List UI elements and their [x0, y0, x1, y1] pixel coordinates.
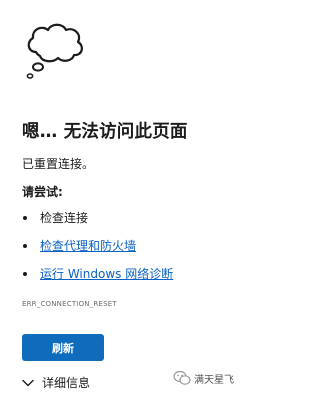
watermark: 满天星飞 — [173, 370, 234, 386]
bullet-icon — [23, 216, 27, 220]
check-proxy-firewall-link[interactable]: 检查代理和防火墙 — [40, 239, 136, 253]
suggestion-item: 运行 Windows 网络诊断 — [22, 265, 173, 293]
thought-cloud-icon — [26, 23, 84, 79]
details-toggle[interactable]: 详细信息 — [22, 374, 90, 391]
bullet-icon — [23, 272, 27, 276]
details-label: 详细信息 — [42, 376, 91, 390]
error-description: 已重置连接。 — [22, 157, 95, 171]
refresh-button[interactable]: 刷新 — [22, 334, 104, 361]
chevron-down-icon — [22, 379, 34, 386]
suggestion-item: 检查连接 — [22, 209, 173, 237]
error-page: 嗯… 无法访问此页面 已重置连接。 请尝试: 检查连接 检查代理和防火墙 运行 … — [0, 0, 243, 393]
suggestion-item: 检查代理和防火墙 — [22, 237, 173, 265]
suggestion-check-connection: 检查连接 — [40, 211, 89, 225]
watermark-text: 满天星飞 — [194, 374, 234, 386]
page-title: 嗯… 无法访问此页面 — [22, 122, 188, 142]
run-network-diagnostics-link[interactable]: 运行 Windows 网络诊断 — [40, 267, 173, 281]
bullet-icon — [23, 244, 27, 248]
wechat-icon — [173, 370, 191, 385]
error-code: ERR_CONNECTION_RESET — [22, 300, 117, 308]
suggestion-list: 检查连接 检查代理和防火墙 运行 Windows 网络诊断 — [22, 209, 173, 293]
try-heading: 请尝试: — [22, 185, 63, 199]
